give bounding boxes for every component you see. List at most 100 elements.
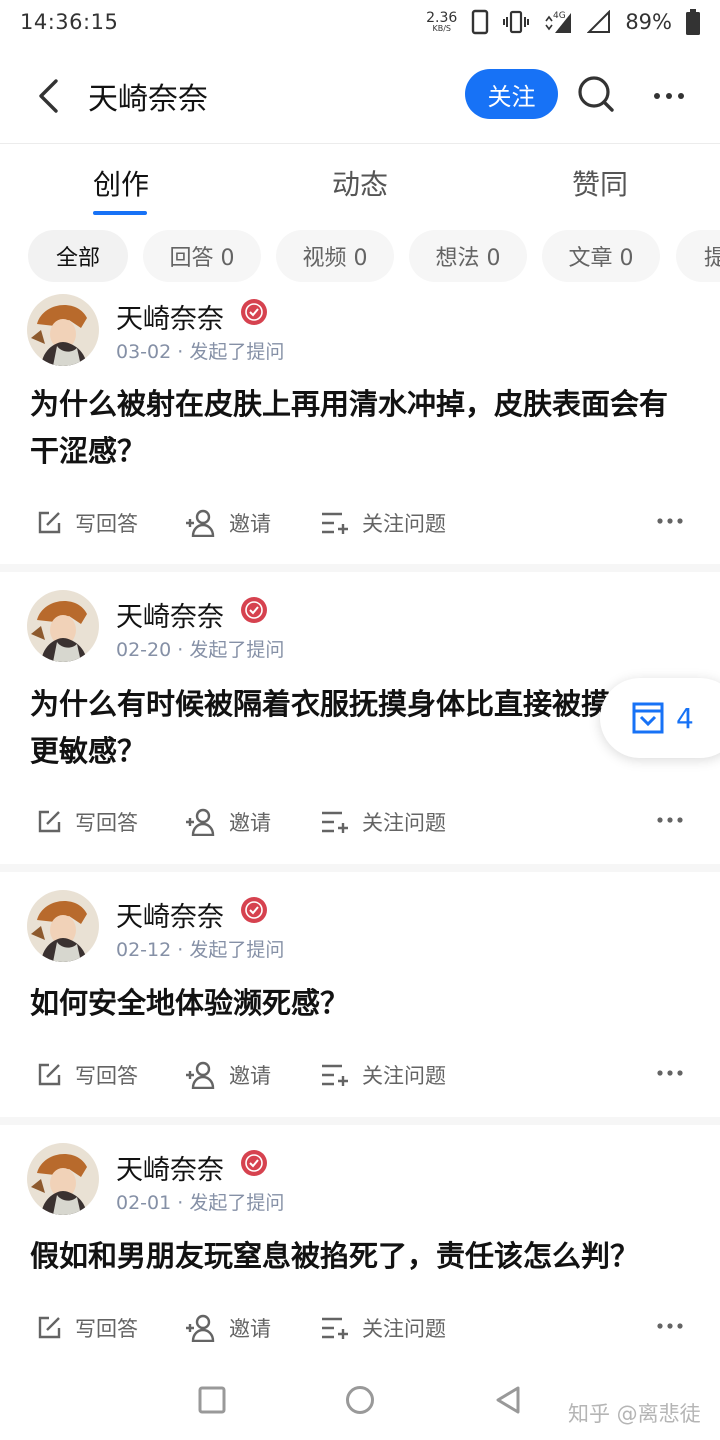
signal-icon <box>587 10 611 34</box>
edit-icon <box>35 1061 63 1089</box>
feed-card[interactable]: 天崎奈奈 02-12 · 发起了提问 如何安全地体验濒死感？ 写回答 邀请 关注… <box>0 872 720 1117</box>
invite-label: 邀请 <box>229 512 271 536</box>
avatar[interactable] <box>27 890 99 962</box>
more-dots-icon <box>657 518 683 524</box>
edit-icon <box>35 808 63 836</box>
add-user-icon <box>185 509 217 537</box>
question-title[interactable]: 为什么有时候被隔着衣服抚摸身体比直接被摸更敏感？ <box>30 681 620 775</box>
filter-thoughts[interactable]: 想法 0 <box>409 230 527 282</box>
invite-button[interactable]: 邀请 <box>185 807 271 837</box>
circle-icon <box>346 1386 374 1414</box>
write-answer-button[interactable]: 写回答 <box>35 508 138 538</box>
question-title[interactable]: 如何安全地体验濒死感？ <box>30 980 680 1027</box>
back-nav-button[interactable] <box>488 1380 528 1420</box>
edit-icon <box>35 509 63 537</box>
author-name[interactable]: 天崎奈奈 <box>116 297 224 336</box>
net-speed-value: 2.36 <box>426 10 458 26</box>
post-meta: 02-01 · 发起了提问 <box>116 1192 285 1214</box>
write-answer-button[interactable]: 写回答 <box>35 807 138 837</box>
feed-card[interactable]: 天崎奈奈 03-02 · 发起了提问 为什么被射在皮肤上再用清水冲掉，皮肤表面会… <box>0 284 720 564</box>
back-button[interactable] <box>14 48 84 144</box>
question-title[interactable]: 为什么被射在皮肤上再用清水冲掉，皮肤表面会有干涩感？ <box>30 381 680 475</box>
add-list-icon <box>320 1061 350 1089</box>
tab-underline <box>93 211 147 215</box>
more-dots-icon <box>654 93 684 99</box>
write-answer-label: 写回答 <box>75 1064 138 1088</box>
post-meta: 02-20 · 发起了提问 <box>116 639 285 661</box>
page-title: 天崎奈奈 <box>88 81 208 117</box>
follow-question-button[interactable]: 关注问题 <box>320 508 446 538</box>
network-type: 4G <box>553 11 566 21</box>
collection-icon <box>632 702 664 734</box>
verified-badge-icon <box>241 1150 267 1176</box>
signal-4g-icon: 4G <box>543 9 573 35</box>
card-more-button[interactable] <box>650 1311 690 1341</box>
invite-label: 邀请 <box>229 811 271 835</box>
search-icon <box>578 76 614 112</box>
status-icons: 2.36 KB/S 4G 89% <box>426 9 700 35</box>
follow-question-button[interactable]: 关注问题 <box>320 807 446 837</box>
search-button[interactable] <box>574 72 618 116</box>
author-name[interactable]: 天崎奈奈 <box>116 1148 224 1187</box>
follow-question-button[interactable]: 关注问题 <box>320 1313 446 1343</box>
recents-button[interactable] <box>192 1380 232 1420</box>
card-divider <box>0 864 720 872</box>
add-user-icon <box>185 1061 217 1089</box>
filter-all[interactable]: 全部 <box>28 230 128 282</box>
author-name[interactable]: 天崎奈奈 <box>116 895 224 934</box>
filter-videos[interactable]: 视频 0 <box>276 230 394 282</box>
invite-label: 邀请 <box>229 1064 271 1088</box>
write-answer-label: 写回答 <box>75 811 138 835</box>
write-answer-button[interactable]: 写回答 <box>35 1313 138 1343</box>
card-more-button[interactable] <box>650 506 690 536</box>
watermark: 知乎 @离悲徒 <box>568 1402 701 1426</box>
feed-card[interactable]: 天崎奈奈 02-01 · 发起了提问 假如和男朋友玩窒息被掐死了，责任该怎么判？… <box>0 1125 720 1360</box>
more-button[interactable] <box>645 76 693 116</box>
add-list-icon <box>320 808 350 836</box>
collection-float-button[interactable]: 4 <box>600 678 720 758</box>
home-button[interactable] <box>340 1380 380 1420</box>
avatar[interactable] <box>27 590 99 662</box>
card-divider <box>0 564 720 572</box>
phone-icon <box>471 9 489 35</box>
filter-questions[interactable]: 提 <box>676 230 720 282</box>
tab-activity[interactable]: 动态 <box>332 163 388 213</box>
invite-button[interactable]: 邀请 <box>185 508 271 538</box>
battery-percent: 89% <box>625 10 672 34</box>
verified-badge-icon <box>241 299 267 325</box>
tab-upvotes[interactable]: 赞同 <box>572 163 628 213</box>
vibrate-icon <box>503 9 530 35</box>
more-dots-icon <box>657 1070 683 1076</box>
invite-label: 邀请 <box>229 1317 271 1341</box>
post-meta: 03-02 · 发起了提问 <box>116 341 285 363</box>
avatar[interactable] <box>27 1143 99 1215</box>
question-title[interactable]: 假如和男朋友玩窒息被掐死了，责任该怎么判？ <box>30 1233 680 1280</box>
card-more-button[interactable] <box>650 1058 690 1088</box>
add-list-icon <box>320 1314 350 1342</box>
battery-icon <box>686 9 700 35</box>
net-speed: 2.36 KB/S <box>426 11 457 33</box>
follow-question-label: 关注问题 <box>362 811 446 835</box>
follow-question-label: 关注问题 <box>362 512 446 536</box>
header: 天崎奈奈 关注 <box>0 48 720 144</box>
filter-articles[interactable]: 文章 0 <box>542 230 660 282</box>
verified-badge-icon <box>241 597 267 623</box>
profile-tabs: 创作 动态 赞同 <box>0 145 720 221</box>
net-speed-unit: KB/S <box>432 24 451 33</box>
invite-button[interactable]: 邀请 <box>185 1060 271 1090</box>
write-answer-label: 写回答 <box>75 1317 138 1341</box>
add-user-icon <box>185 808 217 836</box>
back-arrow-icon <box>39 78 58 113</box>
invite-button[interactable]: 邀请 <box>185 1313 271 1343</box>
card-divider <box>0 1117 720 1125</box>
follow-button[interactable]: 关注 <box>465 69 558 119</box>
author-name[interactable]: 天崎奈奈 <box>116 595 224 634</box>
tab-creations[interactable]: 创作 <box>93 163 149 213</box>
write-answer-label: 写回答 <box>75 512 138 536</box>
filter-answers[interactable]: 回答 0 <box>143 230 261 282</box>
card-more-button[interactable] <box>650 805 690 835</box>
write-answer-button[interactable]: 写回答 <box>35 1060 138 1090</box>
status-time: 14:36:15 <box>20 10 119 34</box>
avatar[interactable] <box>27 294 99 366</box>
follow-question-button[interactable]: 关注问题 <box>320 1060 446 1090</box>
